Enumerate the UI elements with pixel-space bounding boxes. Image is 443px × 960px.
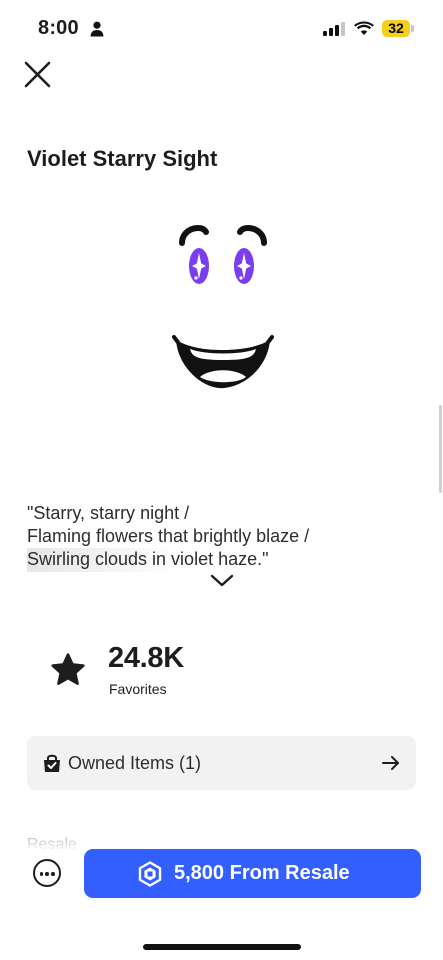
chevron-down-icon[interactable]: [209, 572, 235, 588]
more-dot: [39, 872, 43, 876]
more-dot: [45, 872, 49, 876]
more-dot: [51, 872, 55, 876]
scroll-indicator[interactable]: [439, 405, 442, 493]
more-options-icon[interactable]: [33, 859, 61, 887]
shopping-bag-check-icon: [44, 754, 60, 772]
robux-icon: [138, 861, 162, 887]
favorites-count: 24.8K: [108, 642, 184, 674]
buy-button-label: 5,800 From Resale: [174, 862, 350, 884]
person-icon: [90, 21, 104, 37]
arrow-right-icon: [382, 756, 399, 770]
wifi-icon: [354, 21, 374, 35]
description-line: Swirling clouds in violet haze.": [27, 549, 269, 569]
owned-items-label: Owned Items (1): [68, 753, 202, 773]
owned-items-button[interactable]: Owned Items (1): [27, 736, 416, 790]
status-time: 8:00: [38, 17, 79, 39]
item-description: "Starry, starry night / Flaming flowers …: [27, 502, 417, 571]
buy-from-resale-button[interactable]: 5,800 From Resale: [84, 849, 421, 898]
description-line: Flaming flowers that brightly blaze /: [27, 526, 310, 546]
signal-icon: [323, 22, 345, 36]
item-preview-image: [172, 225, 274, 389]
favorites-label: Favorites: [109, 681, 167, 697]
battery-icon: 32: [382, 20, 410, 37]
close-button[interactable]: [20, 57, 56, 93]
item-title: Violet Starry Sight: [27, 146, 218, 171]
battery-tip: [411, 25, 414, 32]
status-bar: 8:00 32: [0, 0, 443, 56]
star-icon[interactable]: [50, 652, 86, 688]
description-line: "Starry, starry night /: [27, 503, 190, 523]
home-indicator[interactable]: [143, 944, 301, 950]
